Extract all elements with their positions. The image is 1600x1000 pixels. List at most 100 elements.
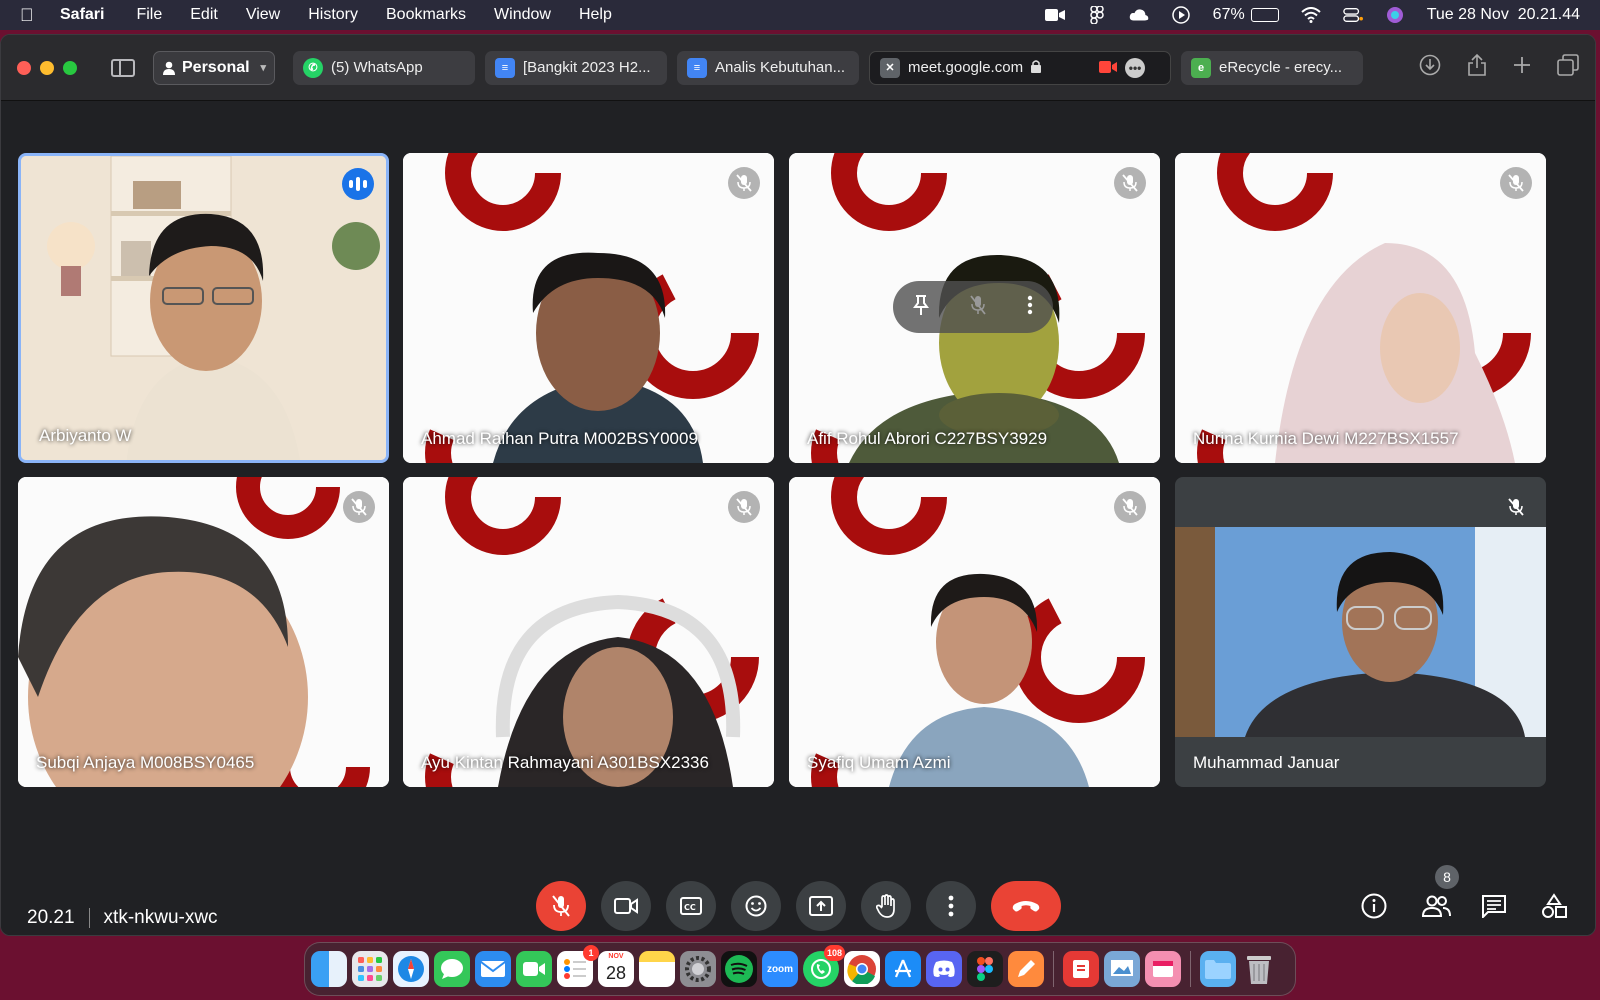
safari-icon[interactable] <box>393 951 429 987</box>
menu-view[interactable]: View <box>246 6 280 24</box>
profile-selector[interactable]: Personal ▾ <box>153 50 275 85</box>
tab-url: meet.google.com <box>908 59 1024 76</box>
participant-tile[interactable]: Ahmad Raihan Putra M002BSY0009 <box>403 153 774 463</box>
launchpad-icon[interactable] <box>352 951 388 987</box>
more-vert-icon[interactable] <box>1027 295 1033 320</box>
macos-dock: 1 NOV 28 zoom 108 <box>304 942 1296 996</box>
apple-menu-icon[interactable]:  <box>20 5 48 26</box>
captions-button[interactable]: CC <box>666 881 716 931</box>
menu-history[interactable]: History <box>308 6 358 24</box>
participant-tile[interactable]: Afif Rohul Abrori C227BSY3929 <box>789 153 1160 463</box>
finder-icon[interactable] <box>311 951 347 987</box>
cloud-icon[interactable] <box>1129 7 1149 23</box>
facetime-camera-icon[interactable] <box>1044 7 1065 23</box>
battery-status[interactable]: 67% <box>1213 6 1279 24</box>
close-tab-icon[interactable]: ✕ <box>880 57 900 78</box>
facetime-icon[interactable] <box>516 951 552 987</box>
tab-erecycle[interactable]: e eRecycle - erecy... <box>1181 50 1363 85</box>
pdf-viewer-icon[interactable] <box>1063 951 1099 987</box>
camera-recording-icon[interactable] <box>1099 60 1118 76</box>
meeting-code[interactable]: xtk-nkwu-xwc <box>104 907 218 929</box>
mail-icon[interactable] <box>475 951 511 987</box>
trash-icon[interactable] <box>1241 951 1277 987</box>
menu-file[interactable]: File <box>136 6 162 24</box>
app-menu[interactable]: Safari <box>60 6 104 24</box>
video-feed <box>18 477 389 787</box>
whatsapp-badge: 108 <box>823 945 845 961</box>
reminders-badge: 1 <box>583 945 599 961</box>
chat-button[interactable] <box>1479 891 1509 921</box>
more-options-icon[interactable]: ••• <box>1125 57 1146 78</box>
reminders-icon[interactable]: 1 <box>557 945 599 987</box>
video-feed <box>789 477 1160 787</box>
tab-whatsapp[interactable]: ✆ (5) WhatsApp <box>293 50 475 85</box>
participant-tile[interactable]: Syafiq Umam Azmi <box>789 477 1160 787</box>
more-options-button[interactable] <box>926 881 976 931</box>
participant-tile[interactable]: Arbiyanto W <box>18 153 389 463</box>
chrome-icon[interactable] <box>844 951 880 987</box>
meeting-details-button[interactable] <box>1359 891 1389 921</box>
participant-tile[interactable]: Nurina Kurnia Dewi M227BSX1557 <box>1175 153 1546 463</box>
mute-participant-icon[interactable] <box>970 294 986 320</box>
menu-help[interactable]: Help <box>579 6 612 24</box>
siri-icon[interactable] <box>1385 7 1405 23</box>
system-settings-icon[interactable] <box>680 951 716 987</box>
google-docs-icon: ≡ <box>687 57 707 78</box>
video-feed <box>1175 527 1546 737</box>
play-circle-icon[interactable] <box>1171 6 1191 24</box>
tab-bangkit-doc[interactable]: ≡ [Bangkit 2023 H2... <box>485 50 667 85</box>
zoom-window-button[interactable] <box>63 60 77 75</box>
dock-divider <box>1053 951 1054 987</box>
pin-icon[interactable] <box>913 294 930 321</box>
messages-icon[interactable] <box>434 951 470 987</box>
menu-window[interactable]: Window <box>494 6 551 24</box>
present-screen-button[interactable] <box>796 881 846 931</box>
calendar-month: NOV <box>608 953 624 960</box>
menubar-clock[interactable]: Tue 28 Nov 20.21.44 <box>1427 6 1580 24</box>
preview-icon[interactable] <box>1104 951 1140 987</box>
menu-bookmarks[interactable]: Bookmarks <box>386 6 466 24</box>
raise-hand-button[interactable] <box>861 881 911 931</box>
wifi-icon[interactable] <box>1301 7 1321 23</box>
person-icon <box>163 61 175 75</box>
control-center-icon[interactable] <box>1342 7 1363 23</box>
spotify-icon[interactable] <box>721 951 757 987</box>
participant-name: Afif Rohul Abrori C227BSY3929 <box>807 429 1048 448</box>
participant-tile[interactable]: Ayu Kintan Rahmayani A301BSX2336 <box>403 477 774 787</box>
calendar-icon[interactable]: NOV 28 <box>598 951 634 987</box>
close-window-button[interactable] <box>17 60 31 75</box>
camera-toggle-button[interactable] <box>601 881 651 931</box>
new-tab-icon[interactable] <box>1513 56 1531 80</box>
activities-button[interactable] <box>1539 891 1569 921</box>
leave-call-button[interactable] <box>991 881 1061 931</box>
participant-tile[interactable]: Subqi Anjaya M008BSY0465 <box>18 477 389 787</box>
speaking-indicator-icon <box>342 168 374 200</box>
tab-overview-icon[interactable] <box>1557 53 1579 82</box>
reactions-button[interactable] <box>731 881 781 931</box>
pencil-app-icon[interactable] <box>1008 951 1044 987</box>
folder-icon[interactable] <box>1200 951 1236 987</box>
sidebar-toggle-icon[interactable] <box>111 58 135 77</box>
participant-tile[interactable]: Muhammad Januar <box>1175 477 1546 787</box>
download-icon[interactable] <box>1419 54 1441 82</box>
zoom-icon[interactable]: zoom <box>762 951 798 987</box>
discord-icon[interactable] <box>926 951 962 987</box>
share-icon[interactable] <box>1467 53 1487 83</box>
tab-analis-doc[interactable]: ≡ Analis Kebutuhan... <box>677 50 859 85</box>
divider <box>88 908 90 928</box>
tab-google-meet[interactable]: ✕ meet.google.com ••• <box>869 50 1171 85</box>
figma-icon[interactable] <box>967 951 1003 987</box>
menu-edit[interactable]: Edit <box>190 6 218 24</box>
figma-menu-icon[interactable] <box>1087 6 1107 24</box>
minimize-window-button[interactable] <box>40 60 54 75</box>
document-app-icon[interactable] <box>1145 951 1181 987</box>
chevron-down-icon: ▾ <box>260 62 266 74</box>
toolbar-actions <box>1419 53 1579 83</box>
participant-name: Nurina Kurnia Dewi M227BSX1557 <box>1193 429 1459 448</box>
notes-icon[interactable] <box>639 951 675 987</box>
whatsapp-app-icon[interactable]: 108 <box>803 945 845 987</box>
show-everyone-button[interactable] <box>1419 891 1453 921</box>
window-controls <box>17 60 77 75</box>
microphone-toggle-button[interactable] <box>536 881 586 931</box>
app-store-icon[interactable] <box>885 951 921 987</box>
